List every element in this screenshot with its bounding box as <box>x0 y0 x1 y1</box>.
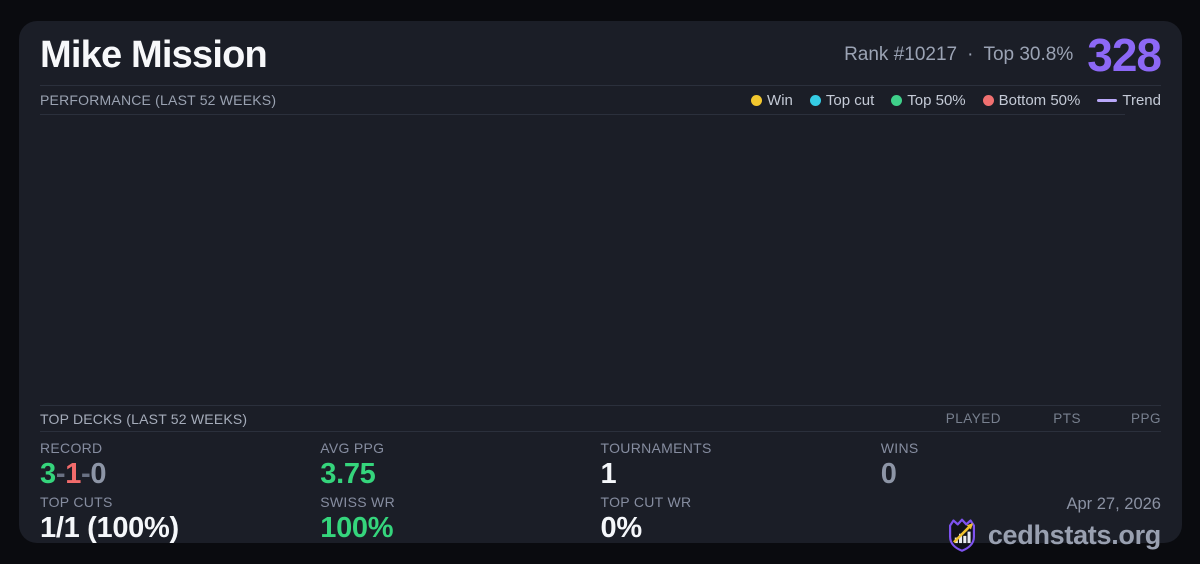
stat-value: 100% <box>320 512 394 545</box>
column-header-ppg: PPG <box>1130 411 1161 426</box>
legend-item: Top cut <box>809 91 875 109</box>
stat-label: WINS <box>880 440 919 456</box>
stat-value: 3-1-0 <box>40 459 320 489</box>
record-separator: - <box>55 458 66 490</box>
stat-label: RECORD <box>40 440 103 456</box>
points-value: 328 <box>1087 29 1162 81</box>
column-header-played: PLAYED <box>945 411 1001 426</box>
stat-record: RECORD 3-1-0 <box>40 440 320 489</box>
stat-wins: WINS 0 <box>881 440 1161 489</box>
performance-chart <box>40 114 1125 405</box>
stat-tournaments: TOURNAMENTS 1 <box>601 440 881 489</box>
cedhstats-logo-icon <box>945 517 979 553</box>
chart-legend: Win Top cut Top 50% Bottom 50% Trend <box>751 92 1161 109</box>
legend-item: Top 50% <box>891 91 966 109</box>
trend-line-icon <box>1097 98 1118 102</box>
stat-label: TOURNAMENTS <box>600 440 712 456</box>
stat-label: TOP CUT WR <box>600 494 692 511</box>
stat-top-cuts: TOP CUTS 1/1 (100%) <box>40 494 320 553</box>
legend-item: Bottom 50% <box>982 91 1081 109</box>
stat-value: 1 <box>600 458 617 490</box>
stat-avg-ppg: AVG PPG 3.75 <box>320 440 600 489</box>
record-losses: 1 <box>65 458 82 490</box>
report-date: Apr 27, 2026 <box>1066 495 1162 514</box>
performance-section-title: PERFORMANCE (LAST 52 WEEKS) <box>40 92 277 108</box>
stat-label: SWISS WR <box>320 494 395 511</box>
top-decks-section-header: TOP DECKS (LAST 52 WEEKS) PLAYED PTS PPG <box>40 405 1161 432</box>
top-decks-section-title: TOP DECKS (LAST 52 WEEKS) <box>40 410 248 427</box>
legend-dot-icon <box>751 94 763 106</box>
card-header: Mike Mission Rank #10217 · Top 30.8% 328 <box>40 21 1162 85</box>
legend-label: Bottom 50% <box>998 91 1081 109</box>
legend-item: Win <box>751 92 793 109</box>
top-percent-text: Top 30.8% <box>983 44 1074 65</box>
rank-text: Rank #10217 <box>844 44 958 65</box>
stat-swiss-wr: SWISS WR 100% <box>320 494 600 553</box>
legend-item: Trend <box>1097 92 1161 109</box>
legend-label: Top cut <box>825 91 875 109</box>
top-decks-column-headers: PLAYED PTS PPG <box>921 411 1161 426</box>
column-header-pts: PTS <box>1053 411 1081 426</box>
stat-value: 3.75 <box>320 458 376 490</box>
legend-label: Trend <box>1122 91 1161 109</box>
legend-dot-icon <box>809 94 821 106</box>
legend-dot-icon <box>982 94 994 106</box>
footer-cell: Apr 27, 2026 cedhstats.org <box>881 494 1161 553</box>
stat-top-cut-wr: TOP CUT WR 0% <box>601 494 881 553</box>
rank-separator: · <box>967 44 974 65</box>
stat-value: 0 <box>880 458 897 490</box>
record-separator: - <box>81 458 91 490</box>
legend-label: Win <box>767 91 793 109</box>
rank-line: Rank #10217 · Top 30.8% <box>844 44 1073 66</box>
performance-section-header: PERFORMANCE (LAST 52 WEEKS) Win Top cut To… <box>40 85 1161 114</box>
stat-label: AVG PPG <box>320 440 385 456</box>
stats-grid: RECORD 3-1-0 AVG PPG 3.75 TOURNAMENTS 1 … <box>40 432 1161 553</box>
record-draws: 0 <box>90 458 107 490</box>
player-stats-card: Mike Mission Rank #10217 · Top 30.8% 328… <box>19 21 1182 553</box>
legend-label: Top 50% <box>907 91 966 109</box>
stat-value: 1/1 (100%) <box>40 512 179 545</box>
record-wins: 3 <box>40 458 56 490</box>
brand-text: cedhstats.org <box>987 519 1161 550</box>
rank-group: Rank #10217 · Top 30.8% 328 <box>844 29 1162 81</box>
cedhstats-brand-link[interactable]: cedhstats.org <box>945 517 1161 553</box>
stat-value: 0% <box>600 512 643 545</box>
legend-dot-icon <box>891 94 903 106</box>
page-title: Mike Mission <box>40 33 268 76</box>
stat-label: TOP CUTS <box>40 494 113 511</box>
